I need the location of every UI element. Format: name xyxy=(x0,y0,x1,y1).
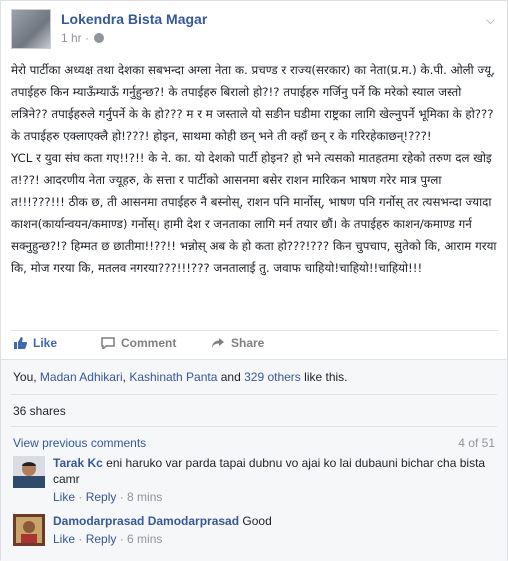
post-card: Lokendra Bista Magar 1 hr · ⌵ मेरो पार्ट… xyxy=(0,0,508,561)
comment-meta: Like · Reply · 8 mins xyxy=(53,489,493,505)
post-actions: Like Comment Share xyxy=(11,330,499,356)
post-paragraph: मेरो पार्टीका अध्यक्ष तथा देशका सबभन्दा … xyxy=(11,63,495,143)
comment-label: Comment xyxy=(121,336,177,350)
comment-like-link[interactable]: Like xyxy=(53,490,75,504)
divider xyxy=(11,394,497,395)
likes-suffix: like this. xyxy=(300,370,348,384)
liker-link[interactable]: Madan Adhikari xyxy=(40,370,123,384)
comment-text: Good xyxy=(242,514,272,528)
comment-reply-link[interactable]: Reply xyxy=(86,532,117,546)
like-button[interactable]: Like xyxy=(13,336,57,350)
likes-and: and xyxy=(217,370,245,384)
comment-time[interactable]: 6 mins xyxy=(127,532,162,546)
comment-button[interactable]: Comment xyxy=(101,336,176,350)
post-paragraph: YCL र युवा संघ कता गए!!?!! के ने. का. यो… xyxy=(11,151,497,275)
likes-prefix: You, xyxy=(13,370,40,384)
others-link[interactable]: 329 others xyxy=(244,370,301,384)
meta-separator: · xyxy=(75,532,86,546)
meta-separator: · xyxy=(116,490,128,504)
commenter-name[interactable]: Tarak Kc xyxy=(53,456,103,470)
chevron-down-icon[interactable]: ⌵ xyxy=(486,13,495,28)
liker-link[interactable]: Kashinath Panta xyxy=(129,370,217,384)
comment-body: Tarak Kc eni haruko var parda tapai dubn… xyxy=(53,455,493,505)
meta-separator: · xyxy=(116,532,128,546)
comment-text: eni haruko var parda tapai dubnu vo ajai… xyxy=(53,456,486,486)
comment-meta: Like · Reply · 6 mins xyxy=(53,531,493,547)
feedback-section: You, Madan Adhikari, Kashinath Panta and… xyxy=(1,359,507,561)
view-previous-comments[interactable]: View previous comments xyxy=(13,436,146,450)
comment-count: 4 of 51 xyxy=(458,436,495,450)
post-meta: 1 hr · xyxy=(61,31,105,45)
divider xyxy=(11,426,497,427)
post-time[interactable]: 1 hr xyxy=(61,31,82,45)
comment-like-link[interactable]: Like xyxy=(53,532,75,546)
comment-icon xyxy=(101,337,115,349)
post-body: मेरो पार्टीका अध्यक्ष तथा देशका सबभन्दा … xyxy=(11,59,499,279)
post-header: Lokendra Bista Magar 1 hr · ⌵ xyxy=(11,9,499,51)
globe-icon[interactable] xyxy=(94,33,105,43)
meta-separator: · xyxy=(75,490,86,504)
share-label: Share xyxy=(231,336,265,350)
author-avatar[interactable] xyxy=(11,9,51,49)
meta-separator: · xyxy=(85,31,93,45)
shares-count[interactable]: 36 shares xyxy=(13,404,66,418)
comment-reply-link[interactable]: Reply xyxy=(86,490,117,504)
likes-summary: You, Madan Adhikari, Kashinath Panta and… xyxy=(13,370,348,384)
comment-time[interactable]: 8 mins xyxy=(127,490,162,504)
commenter-avatar[interactable] xyxy=(13,456,45,488)
like-label: Like xyxy=(33,336,58,350)
thumbs-up-icon xyxy=(14,337,27,349)
commenter-avatar[interactable] xyxy=(13,514,45,546)
share-button[interactable]: Share xyxy=(211,336,264,350)
comment-body: Damodarprasad Damodarprasad Good Like · … xyxy=(53,513,493,547)
commenter-name[interactable]: Damodarprasad Damodarprasad xyxy=(53,514,239,528)
author-name[interactable]: Lokendra Bista Magar xyxy=(61,11,207,27)
share-icon xyxy=(212,338,224,348)
